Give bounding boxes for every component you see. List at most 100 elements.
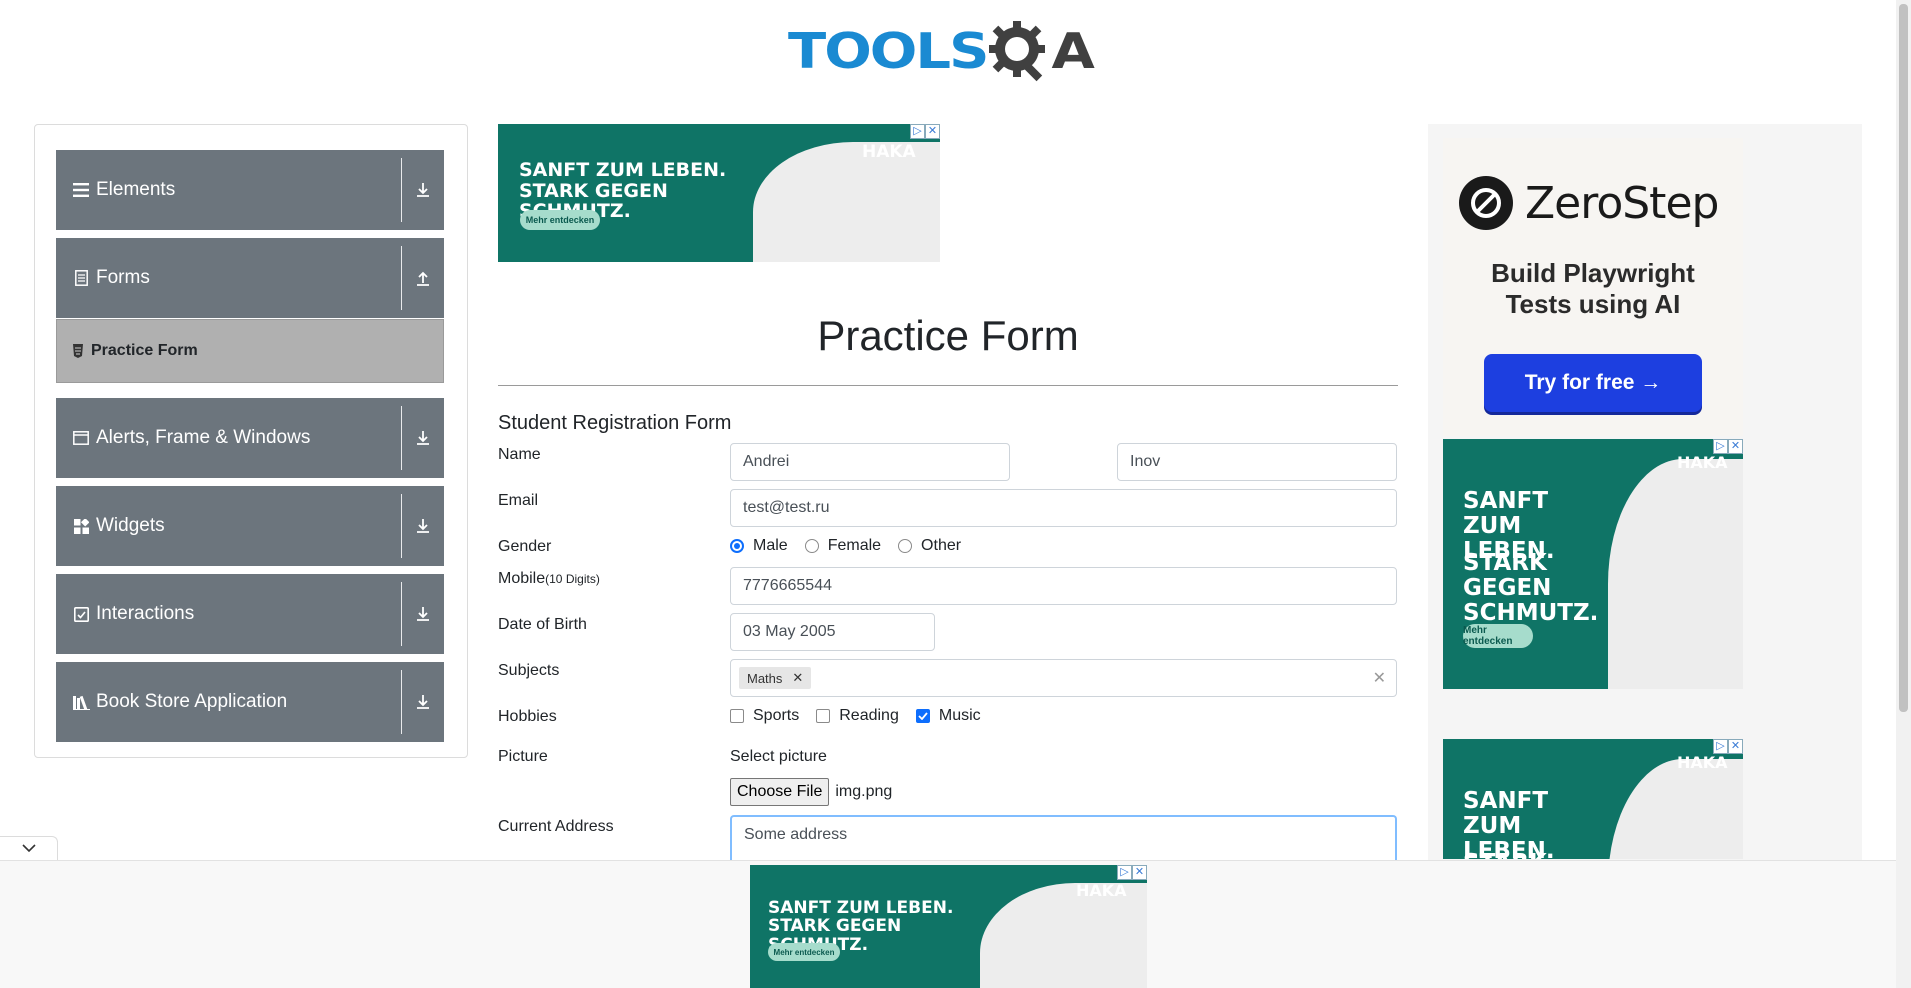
hobbies-label: Hobbies <box>498 708 557 725</box>
ad-banner-bottom[interactable]: SANFT ZUM LEBEN. STARK GEGEN SCHMUTZ. HA… <box>750 865 1147 988</box>
download-arrow-icon[interactable] <box>402 606 444 622</box>
ad-banner-right-1[interactable]: SANFT ZUM LEBEN. STARK GEGEN SCHMUTZ. HA… <box>1443 439 1743 689</box>
zerostep-logo: ZeroStep <box>1459 176 1719 230</box>
ad-headline-1: SANFT ZUM LEBEN. <box>1463 788 1555 859</box>
ad-close-controls[interactable]: ▷ ✕ <box>1713 439 1743 454</box>
sidebar-group-label: Widgets <box>96 515 165 536</box>
close-icon[interactable]: ✕ <box>925 124 940 139</box>
selected-file-name: img.png <box>835 783 893 800</box>
ad-image <box>1608 459 1743 689</box>
ad-brand: HAKA <box>1677 753 1728 772</box>
radio-button[interactable] <box>730 539 744 553</box>
ad-info-icon[interactable]: ▷ <box>1117 865 1132 880</box>
sidebar-group-label: Forms <box>96 267 150 288</box>
choose-file-button[interactable]: Choose File <box>730 778 830 806</box>
ad-cta-button[interactable]: Mehr entdecken <box>1463 624 1533 648</box>
sidebar-group-label: Interactions <box>96 603 195 624</box>
sidebar-group-widgets[interactable]: Widgets <box>56 486 444 566</box>
collapse-toggle[interactable] <box>0 836 58 860</box>
widgets-icon <box>72 517 90 535</box>
download-arrow-icon[interactable] <box>402 518 444 534</box>
ad-cta-button[interactable]: Mehr entdecken <box>520 210 600 230</box>
interactions-icon <box>72 605 90 623</box>
hobby-option-sports[interactable]: Sports <box>730 707 799 725</box>
email-input[interactable]: test@test.ru <box>730 489 1397 527</box>
tagline-line: Tests using AI <box>1505 288 1681 319</box>
download-arrow-icon[interactable] <box>402 694 444 710</box>
chevron-down-icon <box>21 840 36 858</box>
first-name-input[interactable]: Andrei <box>730 443 1010 481</box>
file-upload: Choose File img.png <box>730 778 892 806</box>
gear-magnifier-icon <box>987 17 1057 87</box>
sidebar-group-forms[interactable]: Forms <box>56 238 444 318</box>
sidebar-menu: Elements Forms Practice Form Alerts, Fra… <box>34 124 468 758</box>
sidebar-group-elements[interactable]: Elements <box>56 150 444 230</box>
radio-button[interactable] <box>804 539 819 553</box>
close-icon[interactable]: ✕ <box>1728 439 1743 454</box>
zerostep-ad[interactable]: ZeroStep Build Playwright Tests using AI… <box>1443 138 1743 436</box>
last-name-input[interactable]: Inov <box>1117 443 1397 481</box>
dob-label: Date of Birth <box>498 616 587 633</box>
close-icon[interactable]: ✕ <box>1132 865 1147 880</box>
zerostep-name: ZeroStep <box>1525 177 1719 229</box>
ad-info-icon[interactable]: ▷ <box>910 124 925 139</box>
ad-banner-right-2[interactable]: SANFT ZUM LEBEN. STARK GEGEN SCHMUTZ. HA… <box>1443 739 1743 859</box>
divider <box>401 406 402 470</box>
ad-close-controls[interactable]: ▷ ✕ <box>1713 739 1743 754</box>
toolsqa-logo[interactable]: TOOLS A <box>788 14 1114 90</box>
checkbox-label: Music <box>938 707 981 724</box>
divider <box>401 670 402 734</box>
checkbox[interactable] <box>816 709 831 723</box>
clear-icon[interactable]: ✕ <box>1373 668 1386 688</box>
page-scrollbar[interactable] <box>1896 0 1911 988</box>
gender-option-female[interactable]: Female <box>804 537 882 555</box>
scrollbar-thumb[interactable] <box>1899 4 1908 712</box>
ad-close-controls[interactable]: ▷ ✕ <box>1117 865 1147 880</box>
ad-cta-button[interactable]: Mehr entdecken <box>768 943 840 961</box>
download-arrow-icon[interactable] <box>402 182 444 198</box>
try-for-free-button[interactable]: Try for free → <box>1484 354 1702 412</box>
ad-close-controls[interactable]: ▷ ✕ <box>910 124 940 139</box>
radio-label: Other <box>921 537 962 554</box>
subjects-input[interactable]: Maths ✕ ✕ <box>730 659 1397 697</box>
logo-text-a: A <box>1051 22 1095 81</box>
subject-chip: Maths ✕ <box>739 667 812 689</box>
close-icon[interactable]: ✕ <box>1728 739 1743 754</box>
current-address-textarea[interactable]: Some address <box>730 815 1397 861</box>
gender-option-male[interactable]: Male <box>730 537 788 555</box>
download-arrow-icon[interactable] <box>402 430 444 446</box>
mobile-hint: (10 Digits) <box>545 572 600 586</box>
sidebar-item-practice-form[interactable]: Practice Form <box>56 319 444 383</box>
radio-label: Female <box>827 537 882 554</box>
sidebar-group-book-store[interactable]: Book Store Application <box>56 662 444 742</box>
ad-headline-2: STARK GEGEN SCHMUTZ. <box>1463 550 1599 626</box>
window-icon <box>72 429 90 447</box>
sidebar-group-alerts[interactable]: Alerts, Frame & Windows <box>56 398 444 478</box>
ad-brand: HAKA <box>1677 453 1728 472</box>
ad-info-icon[interactable]: ▷ <box>1713 739 1728 754</box>
gender-option-other[interactable]: Other <box>898 537 961 555</box>
hobby-option-reading[interactable]: Reading <box>816 707 899 725</box>
checkbox[interactable] <box>915 709 930 723</box>
ad-banner-top[interactable]: SANFT ZUM LEBEN. STARK GEGEN SCHMUTZ. HA… <box>498 124 940 262</box>
mobile-label: Mobile(10 Digits) <box>498 570 600 588</box>
radio-button[interactable] <box>898 539 913 553</box>
ad-info-icon[interactable]: ▷ <box>1713 439 1728 454</box>
divider <box>401 246 402 310</box>
divider <box>401 494 402 558</box>
logo-text-tools: TOOLS <box>788 22 989 81</box>
checkbox[interactable] <box>730 709 744 723</box>
ad-brand: HAKA <box>862 142 916 162</box>
form-title: Student Registration Form <box>498 412 732 434</box>
mobile-input[interactable]: 7776665544 <box>730 567 1397 605</box>
checkbox-label: Sports <box>753 707 800 724</box>
hamburger-icon <box>72 181 90 199</box>
divider <box>401 582 402 646</box>
date-of-birth-input[interactable]: 03 May 2005 <box>730 613 935 651</box>
sidebar-group-interactions[interactable]: Interactions <box>56 574 444 654</box>
remove-chip-icon[interactable]: ✕ <box>792 670 803 686</box>
hobby-option-music[interactable]: Music <box>915 707 981 725</box>
upload-arrow-icon[interactable] <box>402 270 444 286</box>
address-label: Current Address <box>498 818 614 835</box>
divider <box>401 158 402 222</box>
